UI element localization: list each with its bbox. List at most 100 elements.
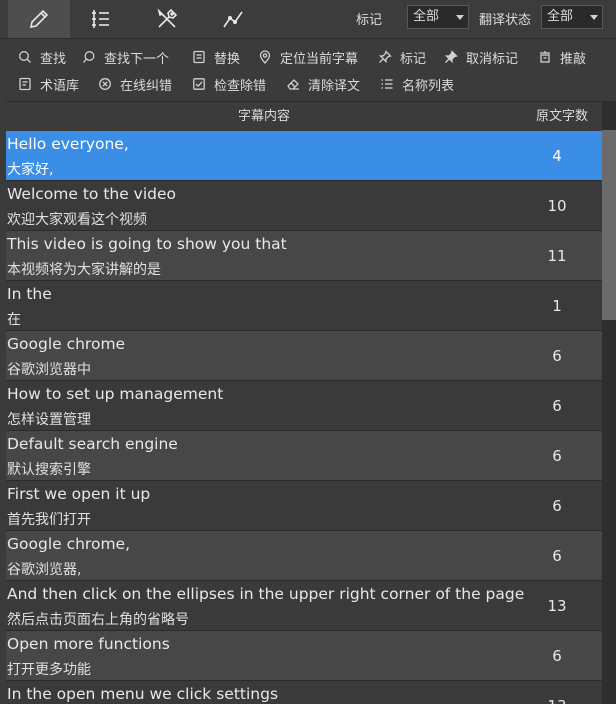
source-word-count: 6 — [552, 647, 562, 665]
subtitle-source-text: Default search engine — [7, 435, 178, 453]
source-word-count: 1 — [552, 297, 562, 315]
clear-translation-label: 清除译文 — [308, 78, 361, 94]
subtitle-source-text: In the open menu we click settings — [7, 685, 279, 703]
table-row[interactable]: This video is going to show you that 本视频将… — [6, 231, 602, 281]
subtitle-translation-text: 首先我们打开 — [7, 512, 91, 528]
tab-list[interactable] — [70, 0, 132, 38]
table-row[interactable]: Hello everyone, 大家好, 4 — [6, 131, 602, 181]
unmark-label: 取消标记 — [466, 51, 519, 67]
unpin-icon — [444, 50, 458, 64]
table-row[interactable]: In the 在 1 — [6, 281, 602, 331]
pin-icon — [378, 50, 392, 64]
subtitle-translation-text: 打开更多功能 — [7, 662, 91, 678]
online-correction-label: 在线纠错 — [120, 78, 173, 94]
action-row-1: 查找 查找下一个 替换 定位当前字幕 标记 取消标记 推敲 — [0, 43, 616, 71]
subtitle-source-text: This video is going to show you that — [7, 235, 287, 253]
find-next-button[interactable]: 查找下一个 — [82, 47, 169, 67]
source-word-count: 10 — [547, 197, 567, 215]
tab-chart[interactable] — [202, 0, 264, 38]
check-errors-button[interactable]: 检查除错 — [192, 74, 266, 94]
mark-button[interactable]: 标记 — [378, 47, 426, 67]
clear-translation-button[interactable]: 清除译文 — [286, 74, 360, 94]
translate-status-value: 全部 — [547, 9, 574, 24]
source-word-count: 11 — [547, 247, 567, 265]
source-word-count: 6 — [552, 497, 562, 515]
find-next-label: 查找下一个 — [104, 51, 170, 67]
replace-label: 替换 — [214, 51, 241, 67]
check-errors-label: 检查除错 — [214, 78, 267, 94]
subtitle-translation-text: 大家好, — [7, 162, 54, 178]
locate-label: 定位当前字幕 — [280, 51, 359, 67]
table-row[interactable]: How to set up management 怎样设置管理 6 — [6, 381, 602, 431]
subtitle-translation-text: 欢迎大家观看这个视频 — [7, 212, 147, 228]
action-row-2: 术语库 在线纠错 检查除错 清除译文 名称列表 — [0, 70, 616, 98]
top-toolbar: 标记 全部 翻译状态 全部 — [0, 0, 616, 39]
subtitle-source-text: In the — [7, 285, 52, 303]
checkbox-icon — [192, 77, 206, 91]
glossary-button[interactable]: 术语库 — [18, 74, 79, 94]
search-icon — [18, 50, 32, 64]
subtitle-translation-text: 谷歌浏览器中 — [7, 362, 91, 378]
circle-x-icon — [98, 77, 112, 91]
translate-status-label: 翻译状态 — [479, 13, 532, 28]
table-row[interactable]: Google chrome 谷歌浏览器中 6 — [6, 331, 602, 381]
subtitle-source-text: Open more functions — [7, 635, 170, 653]
subtitle-source-text: First we open it up — [7, 485, 151, 503]
find-button[interactable]: 查找 — [18, 47, 66, 67]
table-row[interactable]: Google chrome, 谷歌浏览器, 6 — [6, 531, 602, 581]
glossary-icon — [18, 77, 32, 91]
subtitle-translation-text: 本视频将为大家讲解的是 — [7, 262, 161, 278]
subtitle-translation-text: 然后点击页面右上角的省略号 — [7, 612, 189, 628]
table-row[interactable]: Open more functions 打开更多功能 6 — [6, 631, 602, 681]
subtitle-source-text: And then click on the ellipses in the up… — [7, 585, 525, 603]
location-pin-icon — [258, 50, 272, 64]
source-word-count: 6 — [552, 397, 562, 415]
replace-button[interactable]: 替换 — [192, 47, 240, 67]
unmark-button[interactable]: 取消标记 — [444, 47, 518, 67]
search-next-icon — [82, 50, 96, 64]
list-icon — [92, 10, 109, 28]
table-header: 字幕内容 原文字数 — [6, 101, 602, 132]
online-correction-button[interactable]: 在线纠错 — [98, 74, 172, 94]
eraser-icon — [286, 77, 300, 91]
source-word-count: 6 — [552, 347, 562, 365]
subtitle-source-text: Welcome to the video — [7, 185, 177, 203]
table-row[interactable]: First we open it up 首先我们打开 6 — [6, 481, 602, 531]
column-header-count[interactable]: 原文字数 — [522, 102, 602, 131]
source-word-count: 6 — [552, 547, 562, 565]
table-row[interactable]: Welcome to the video 欢迎大家观看这个视频 10 — [6, 181, 602, 231]
tab-tools[interactable] — [136, 0, 198, 38]
subtitle-source-text: Google chrome — [7, 335, 126, 353]
polish-label: 推敲 — [560, 51, 587, 67]
name-list-label: 名称列表 — [402, 78, 455, 94]
subtitle-source-text: How to set up management — [7, 385, 224, 403]
subtitle-translation-text: 谷歌浏览器, — [7, 562, 82, 578]
subtitle-translation-text: 默认搜索引擎 — [7, 462, 91, 478]
translate-status-select[interactable]: 全部 — [541, 5, 603, 29]
source-word-count: 4 — [552, 147, 562, 165]
locate-current-subtitle-button[interactable]: 定位当前字幕 — [258, 47, 358, 67]
column-header-content[interactable]: 字幕内容 — [6, 102, 522, 131]
tools-icon — [157, 8, 178, 28]
source-word-count: 13 — [547, 597, 567, 615]
source-word-count: 6 — [552, 447, 562, 465]
subtitle-list: Hello everyone, 大家好, 4 Welcome to the video… — [6, 131, 602, 704]
mark-filter-select[interactable]: 全部 — [407, 5, 469, 29]
subtitle-translation-text: 在 — [7, 312, 21, 328]
mark-filter-label: 标记 — [356, 13, 383, 28]
tab-edit[interactable] — [8, 0, 70, 38]
chevron-down-icon — [590, 15, 598, 20]
name-list-button[interactable]: 名称列表 — [380, 74, 454, 94]
table-row[interactable]: In the open menu we click settings 13 — [6, 681, 602, 704]
scrollbar-thumb[interactable] — [602, 130, 616, 320]
table-row[interactable]: Default search engine 默认搜索引擎 6 — [6, 431, 602, 481]
find-label: 查找 — [40, 51, 67, 67]
polish-button[interactable]: 推敲 — [538, 47, 586, 67]
table-row[interactable]: And then click on the ellipses in the up… — [6, 581, 602, 631]
list-lines-icon — [380, 77, 394, 91]
subtitle-source-text: Hello everyone, — [7, 135, 129, 153]
glossary-label: 术语库 — [40, 78, 80, 94]
replace-icon — [192, 50, 206, 64]
subtitle-translation-text: 怎样设置管理 — [7, 412, 91, 428]
mark-label: 标记 — [400, 51, 427, 67]
